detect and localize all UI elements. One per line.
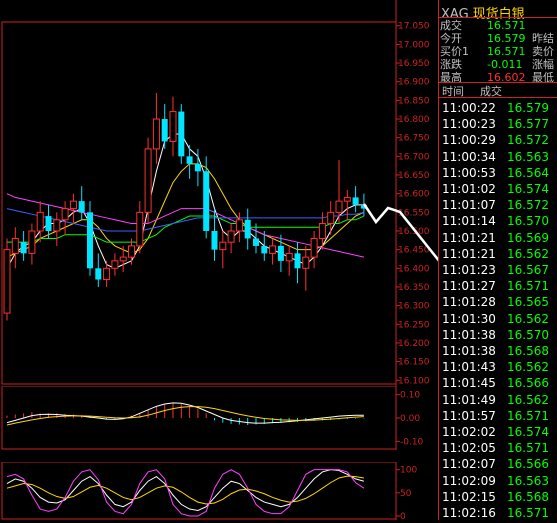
candle bbox=[87, 201, 93, 276]
macd-frame bbox=[1, 386, 397, 450]
quote-panel: XAG 现货白银 成交 16.571 今开 16.579 昨结 买价1 16.571 卖价 涨跌 -… bbox=[438, 0, 557, 520]
price-chart[interactable]: 17.050 17.000 16.950 16.900 16.850 16.800 16.7… bbox=[0, 0, 438, 386]
price-axis-label: 16.450 bbox=[398, 246, 430, 256]
price-axis-label: 17.000 bbox=[398, 40, 430, 50]
price-axis-label: 16.300 bbox=[398, 302, 430, 312]
price-axis-label: 16.800 bbox=[398, 115, 430, 125]
price-axis-label: 16.350 bbox=[398, 283, 430, 293]
price-axis-label: 16.650 bbox=[398, 171, 430, 181]
price-axis-label: 16.700 bbox=[398, 152, 430, 162]
candle bbox=[3, 238, 11, 321]
price-axis-label: 16.250 bbox=[398, 320, 430, 330]
macd-axis-label: -0.10 bbox=[400, 437, 424, 447]
macd-axis-label: 0.00 bbox=[400, 414, 420, 424]
quote-value: 16.571 bbox=[487, 45, 526, 58]
quote-value: 16.579 bbox=[487, 32, 526, 45]
kdj-axis-label: 0 bbox=[400, 512, 406, 520]
price-axis-label: 17.050 bbox=[398, 22, 430, 32]
price-axis-label: 16.100 bbox=[398, 376, 430, 386]
macd-axis-label: 0.10 bbox=[400, 391, 420, 401]
trade-time: 11:02:16 bbox=[442, 506, 496, 520]
quote-value: -0.011 bbox=[487, 58, 523, 71]
candle bbox=[178, 104, 185, 164]
quote-label: 涨跌 bbox=[440, 58, 462, 71]
quote-label-secondary: 涨幅 bbox=[532, 58, 554, 71]
price-axis-label: 16.600 bbox=[398, 190, 430, 200]
quote-label: 今开 bbox=[440, 32, 462, 45]
price-axis-label: 16.950 bbox=[398, 59, 430, 69]
kdj-axis-label: 100 bbox=[400, 466, 417, 476]
trade-row: 11:02:16 16.571 bbox=[442, 504, 554, 523]
kdj-axis-label: 50 bbox=[400, 489, 412, 499]
kdj-chart[interactable]: 100 50 0 bbox=[0, 462, 438, 520]
price-axis-label: 16.750 bbox=[398, 134, 430, 144]
macd-chart[interactable]: 0.10 0.00 -0.10 bbox=[0, 386, 438, 450]
price-axis-label: 16.150 bbox=[398, 358, 430, 368]
quote-label: 买价1 bbox=[440, 45, 469, 58]
price-axis-label: 16.900 bbox=[398, 78, 430, 88]
price-axis-label: 16.850 bbox=[398, 96, 430, 106]
quote-label: 成交 bbox=[440, 19, 462, 32]
price-axis-label: 16.200 bbox=[398, 339, 430, 349]
trade-price: 16.571 bbox=[507, 506, 549, 520]
price-axis-label: 16.400 bbox=[398, 264, 430, 274]
quote-label-secondary: 昨结 bbox=[532, 32, 554, 45]
quote-value: 16.571 bbox=[487, 19, 526, 32]
quote-label-secondary: 卖价 bbox=[532, 45, 554, 58]
candle bbox=[144, 137, 152, 224]
